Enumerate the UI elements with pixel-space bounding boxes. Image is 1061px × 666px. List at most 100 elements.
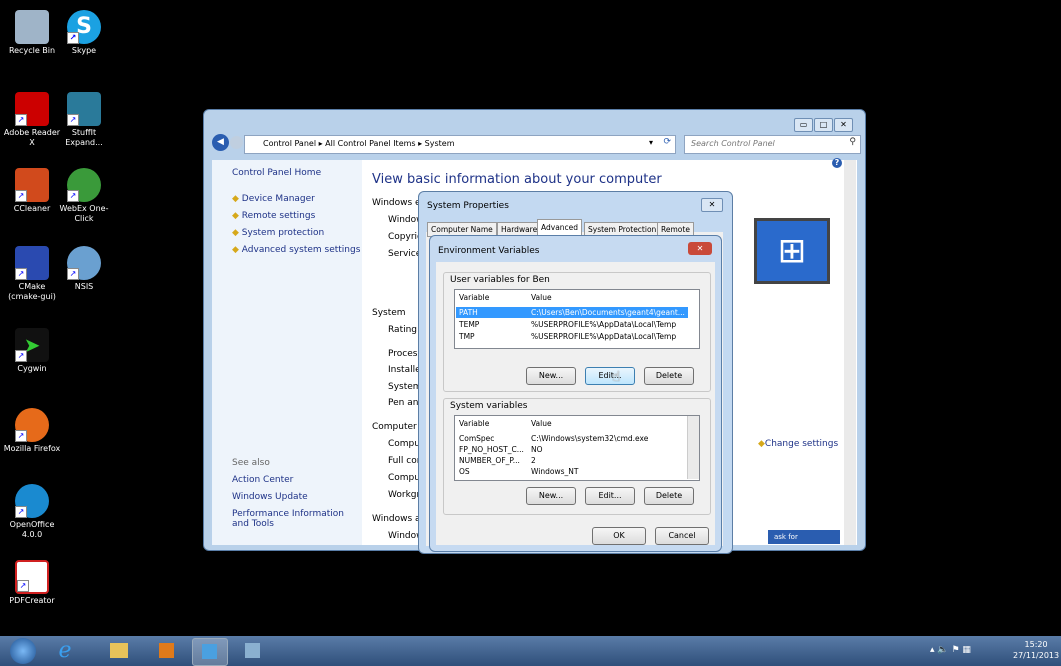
- desktop-icon-firefox[interactable]: ↗ Mozilla Firefox: [2, 408, 62, 454]
- table-row-value[interactable]: Windows_NT: [531, 466, 578, 477]
- system-new-button[interactable]: New...: [526, 487, 576, 505]
- table-row-variable[interactable]: OS: [459, 466, 470, 477]
- taskbar-outlook-button[interactable]: [150, 638, 184, 664]
- link-label: Change settings: [764, 439, 839, 449]
- mouse-cursor-icon: ☝: [612, 369, 621, 385]
- cygwin-icon: ➤ ↗: [15, 328, 49, 362]
- minimize-button[interactable]: ▭: [794, 118, 813, 132]
- clock[interactable]: 15:20 27/11/2013: [1013, 639, 1059, 661]
- system-delete-button[interactable]: Delete: [644, 487, 694, 505]
- taskbar-system-button[interactable]: [236, 638, 270, 664]
- table-row-value[interactable]: 2: [531, 455, 536, 466]
- table-row-value[interactable]: C:\Windows\system32\cmd.exe: [531, 433, 648, 444]
- nsis-icon: ↗: [67, 246, 101, 280]
- forward-icon[interactable]: [230, 136, 243, 149]
- refresh-icon[interactable]: ⟳: [663, 137, 671, 147]
- info-label: Service: [388, 249, 422, 259]
- change-settings-link[interactable]: ◆Change settings: [758, 439, 838, 449]
- desktop-icon-nsis[interactable]: ↗ NSIS: [54, 246, 114, 292]
- close-button[interactable]: ✕: [701, 198, 723, 212]
- table-row-value[interactable]: NO: [531, 444, 543, 455]
- address-bar[interactable]: Control Panel ▸ All Control Panel Items …: [244, 135, 676, 154]
- desktop-icon-stuffit[interactable]: ↗ StuffIt Expand...: [54, 92, 114, 148]
- desktop-icon-adobe-reader[interactable]: ↗ Adobe Reader X: [2, 92, 62, 148]
- remote-settings-link[interactable]: ◆ Remote settings: [232, 211, 315, 221]
- user-new-button[interactable]: New...: [526, 367, 576, 385]
- desktop-icon-webex[interactable]: ↗ WebEx One-Click: [54, 168, 114, 224]
- advanced-system-settings-link[interactable]: ◆ Advanced system settings: [232, 245, 360, 255]
- clock-time: 15:20: [1024, 640, 1048, 649]
- system-edit-button[interactable]: Edit...: [585, 487, 635, 505]
- start-button[interactable]: [10, 638, 36, 664]
- table-row-variable[interactable]: NUMBER_OF_P...: [459, 455, 520, 466]
- badge-text: ask for: [774, 533, 798, 541]
- search-input[interactable]: Search Control Panel ⚲: [684, 135, 861, 154]
- column-header-value[interactable]: Value: [531, 418, 552, 429]
- shield-icon: ◆: [232, 228, 239, 238]
- computer-name-heading: Computer r: [372, 422, 424, 432]
- performance-info-link[interactable]: Performance Information and Tools: [232, 509, 357, 529]
- control-panel-home-link[interactable]: Control Panel Home: [232, 168, 321, 178]
- ok-button[interactable]: OK: [592, 527, 646, 545]
- table-row-value[interactable]: %USERPROFILE%\AppData\Local\Temp: [531, 331, 676, 342]
- desktop-icon-label: CMake (cmake-gui): [8, 282, 56, 301]
- windows-flag-icon: ⊞: [777, 231, 807, 271]
- maximize-button[interactable]: □: [814, 118, 833, 132]
- page-title: View basic information about your comput…: [372, 172, 662, 187]
- user-variables-list[interactable]: Variable Value PATH C:\Users\Ben\Documen…: [454, 289, 700, 349]
- table-row-value[interactable]: %USERPROFILE%\AppData\Local\Temp: [531, 319, 676, 330]
- table-row-variable[interactable]: TMP: [459, 331, 475, 342]
- info-label: Workgr: [388, 490, 421, 500]
- table-row-variable[interactable]: ComSpec: [459, 433, 494, 444]
- table-row-value[interactable]: C:\Users\Ben\Documents\geant4\geant...: [531, 307, 685, 318]
- taskbar-control-panel-button[interactable]: [192, 638, 228, 666]
- desktop-icon-pdfcreator[interactable]: ↗ PDFCreator: [2, 560, 62, 606]
- column-header-variable[interactable]: Variable: [459, 418, 489, 429]
- desktop-icon-cmake[interactable]: ↗ CMake (cmake-gui): [2, 246, 62, 302]
- desktop-icon-ccleaner[interactable]: ↗ CCleaner: [2, 168, 62, 214]
- desktop-icon-cygwin[interactable]: ➤ ↗ Cygwin: [2, 328, 62, 374]
- skype-icon: S ↗: [67, 10, 101, 44]
- table-row-variable[interactable]: PATH: [459, 307, 478, 318]
- device-manager-link[interactable]: ◆ Device Manager: [232, 194, 315, 204]
- help-icon[interactable]: ?: [832, 158, 842, 168]
- clock-date: 27/11/2013: [1013, 651, 1060, 660]
- taskbar: ℯ ▴ 🔈 ⚑ ▦ 15:20 27/11/2013: [0, 636, 1061, 666]
- tray-icons[interactable]: ▴ 🔈 ⚑ ▦: [930, 645, 971, 655]
- table-row-variable[interactable]: FP_NO_HOST_C...: [459, 444, 524, 455]
- genuine-badge[interactable]: ask for: [768, 530, 840, 544]
- system-variables-list[interactable]: Variable Value ComSpec C:\Windows\system…: [454, 415, 700, 481]
- shield-icon: ◆: [232, 245, 239, 255]
- folder-icon: [110, 643, 128, 658]
- windows-update-link[interactable]: Windows Update: [232, 492, 308, 502]
- cancel-button[interactable]: Cancel: [655, 527, 709, 545]
- windows-logo: ⊞: [754, 218, 830, 284]
- tab-advanced[interactable]: Advanced: [537, 219, 583, 236]
- openoffice-icon: ↗: [15, 484, 49, 518]
- taskbar-explorer-button[interactable]: [102, 638, 136, 664]
- close-button[interactable]: ✕: [688, 242, 712, 255]
- desktop-icon-recycle-bin[interactable]: Recycle Bin: [2, 10, 62, 56]
- desktop-icon-skype[interactable]: S ↗ Skype: [54, 10, 114, 56]
- system-protection-link[interactable]: ◆ System protection: [232, 228, 324, 238]
- user-variables-group: User variables for Ben Variable Value PA…: [443, 272, 711, 392]
- column-header-variable[interactable]: Variable: [459, 292, 489, 303]
- desktop-icon-openoffice[interactable]: ↗ OpenOffice 4.0.0: [2, 484, 62, 540]
- taskbar-ie-button[interactable]: ℯ: [48, 638, 82, 664]
- column-header-value[interactable]: Value: [531, 292, 552, 303]
- vertical-scrollbar[interactable]: [687, 416, 699, 479]
- vertical-scrollbar[interactable]: [844, 160, 856, 545]
- info-label: System: [388, 382, 422, 392]
- action-center-link[interactable]: Action Center: [232, 475, 293, 485]
- search-icon[interactable]: ⚲: [849, 137, 856, 147]
- user-delete-button[interactable]: Delete: [644, 367, 694, 385]
- back-icon[interactable]: ◀: [212, 134, 229, 151]
- user-edit-button[interactable]: Edit...: [585, 367, 635, 385]
- close-button[interactable]: ✕: [834, 118, 853, 132]
- link-label: System protection: [241, 228, 325, 238]
- pdfcreator-icon: ↗: [15, 560, 49, 594]
- dropdown-icon[interactable]: ▾: [649, 138, 653, 147]
- app-icon: [159, 643, 174, 658]
- table-row-variable[interactable]: TEMP: [459, 319, 479, 330]
- desktop-icon-label: Recycle Bin: [8, 46, 56, 55]
